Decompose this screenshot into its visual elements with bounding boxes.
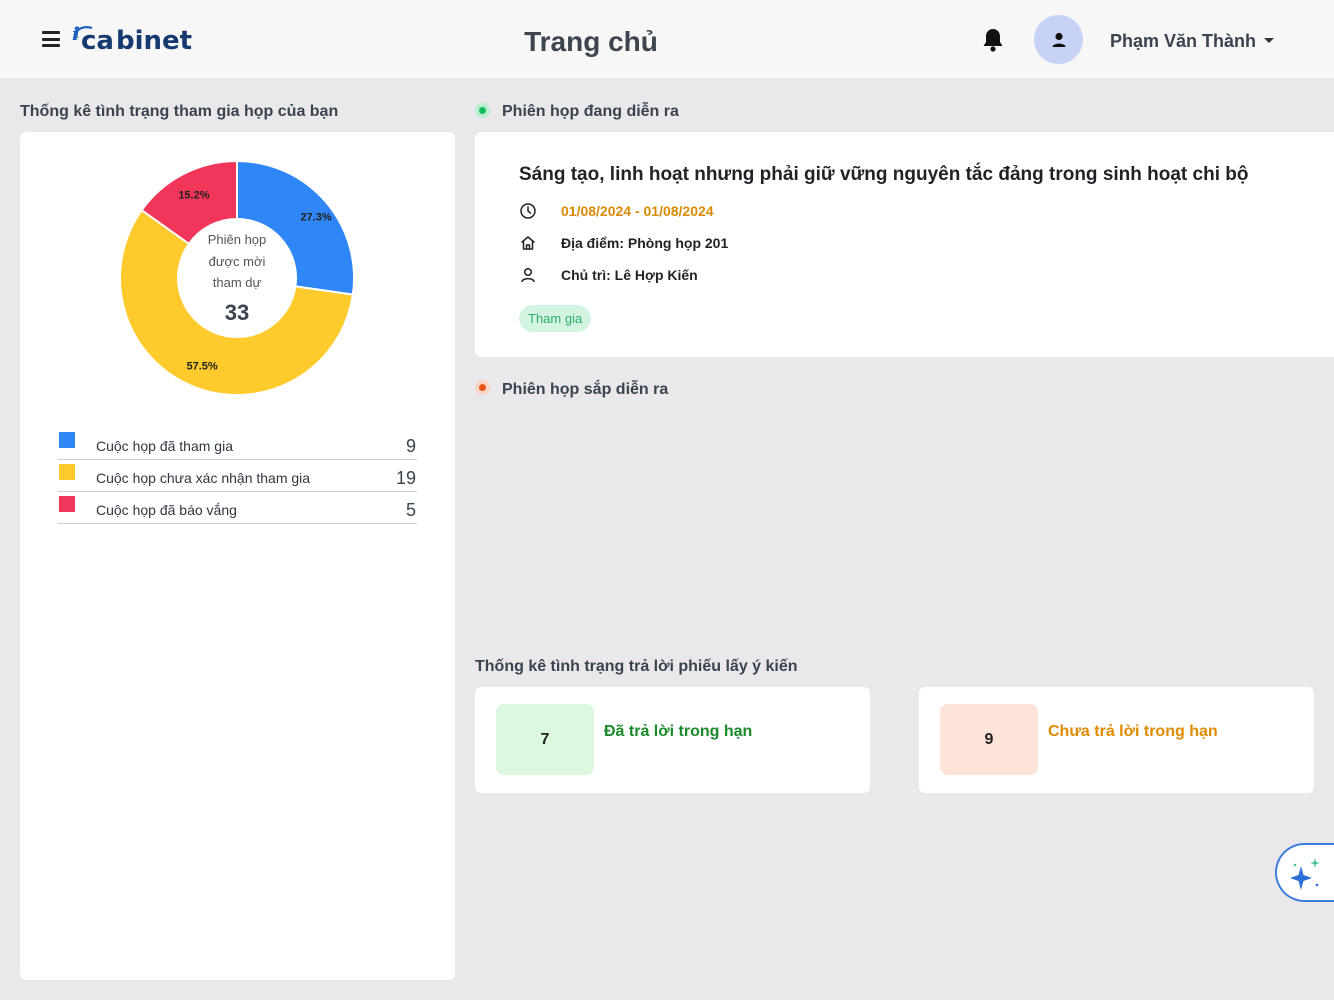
survey-unanswered-count: 9 — [940, 704, 1038, 775]
top-bar: i eCabinet ca binet i Trang chủ Phạm Văn… — [0, 0, 1334, 78]
legend-item[interactable]: Cuộc họp đã báo vắng 5 — [58, 492, 417, 524]
legend-label: Cuộc họp chưa xác nhận tham gia — [96, 470, 311, 486]
join-button[interactable]: Tham gia — [519, 305, 592, 332]
meeting-date-range: 01/08/2024 - 01/08/2024 — [561, 203, 714, 219]
status-dot-ongoing — [475, 103, 490, 118]
person-icon — [521, 267, 535, 283]
survey-section-title: Thống kê tình trạng trả lời phiếu lấy ý … — [475, 658, 798, 675]
attendance-section-title: Thống kê tình trạng tham gia họp của bạn — [20, 103, 339, 120]
meeting-location-row: Địa điểm: Phòng họp 201 — [519, 234, 728, 252]
meeting-date-row: 01/08/2024 - 01/08/2024 — [519, 202, 714, 220]
legend-item[interactable]: Cuộc họp đã tham gia 9 — [58, 428, 417, 460]
legend-item[interactable]: Cuộc họp chưa xác nhận tham gia 19 — [58, 460, 417, 492]
meeting-chair: Chủ trì: Lê Hợp Kiến — [561, 267, 698, 283]
bell-icon[interactable] — [981, 27, 1005, 53]
ai-assistant-button[interactable] — [1275, 843, 1334, 902]
attendance-donut-chart: 27.3% 57.5% 15.2% Phiên họp được mời tham … — [119, 159, 355, 396]
meeting-location: Địa điểm: Phòng họp 201 — [561, 235, 729, 251]
center-label-line-1: Phiên họp — [208, 232, 267, 247]
ongoing-section-title: Phiên họp đang diễn ra — [502, 103, 679, 120]
status-dot-upcoming — [475, 380, 490, 395]
chevron-down-icon — [1264, 37, 1275, 43]
center-label-line-2: được mời — [209, 254, 266, 269]
attendance-legend: Cuộc họp đã tham gia 9 Cuộc họp chưa xác… — [58, 428, 417, 524]
total-invited-count: 33 — [225, 300, 249, 325]
attendance-card: 27.3% 57.5% 15.2% Phiên họp được mời tham … — [20, 132, 455, 980]
legend-value: 19 — [395, 468, 416, 488]
legend-swatch-attended — [59, 432, 75, 448]
donut-data-label: 15.2% — [178, 189, 209, 201]
donut-data-label: 27.3% — [300, 211, 331, 223]
survey-answered-label: Đã trả lời trong hạn — [604, 723, 753, 740]
survey-unanswered-label: Chưa trả lời trong hạn — [1048, 723, 1218, 740]
survey-answered-count: 7 — [496, 704, 594, 775]
ongoing-meeting-card[interactable]: Sáng tạo, linh hoạt nhưng phải giữ vững … — [475, 132, 1334, 357]
legend-label: Cuộc họp đã tham gia — [96, 438, 233, 454]
survey-unanswered-card[interactable]: 9 Chưa trả lời trong hạn — [919, 687, 1314, 793]
legend-swatch-unconfirmed — [59, 464, 75, 480]
user-name: Phạm Văn Thành — [1110, 31, 1257, 51]
clock-icon — [520, 203, 536, 219]
avatar[interactable] — [1034, 15, 1083, 64]
survey-answered-card[interactable]: 7 Đã trả lời trong hạn — [475, 687, 870, 793]
legend-value: 9 — [405, 436, 416, 456]
legend-label: Cuộc họp đã báo vắng — [96, 502, 237, 518]
center-label-line-3: tham dự — [213, 275, 262, 290]
upcoming-section-title: Phiên họp sắp diễn ra — [502, 381, 669, 398]
sparkle-icon — [1290, 858, 1320, 890]
meeting-chair-row: Chủ trì: Lê Hợp Kiến — [519, 266, 698, 284]
meeting-title[interactable]: Sáng tạo, linh hoạt nhưng phải giữ vững … — [519, 164, 1248, 186]
home-icon — [521, 236, 535, 250]
user-menu[interactable]: Phạm Văn Thành — [1110, 31, 1275, 52]
user-icon — [1052, 32, 1065, 47]
legend-value: 5 — [405, 500, 416, 520]
legend-swatch-absent — [59, 496, 75, 512]
donut-data-label: 57.5% — [186, 360, 217, 372]
